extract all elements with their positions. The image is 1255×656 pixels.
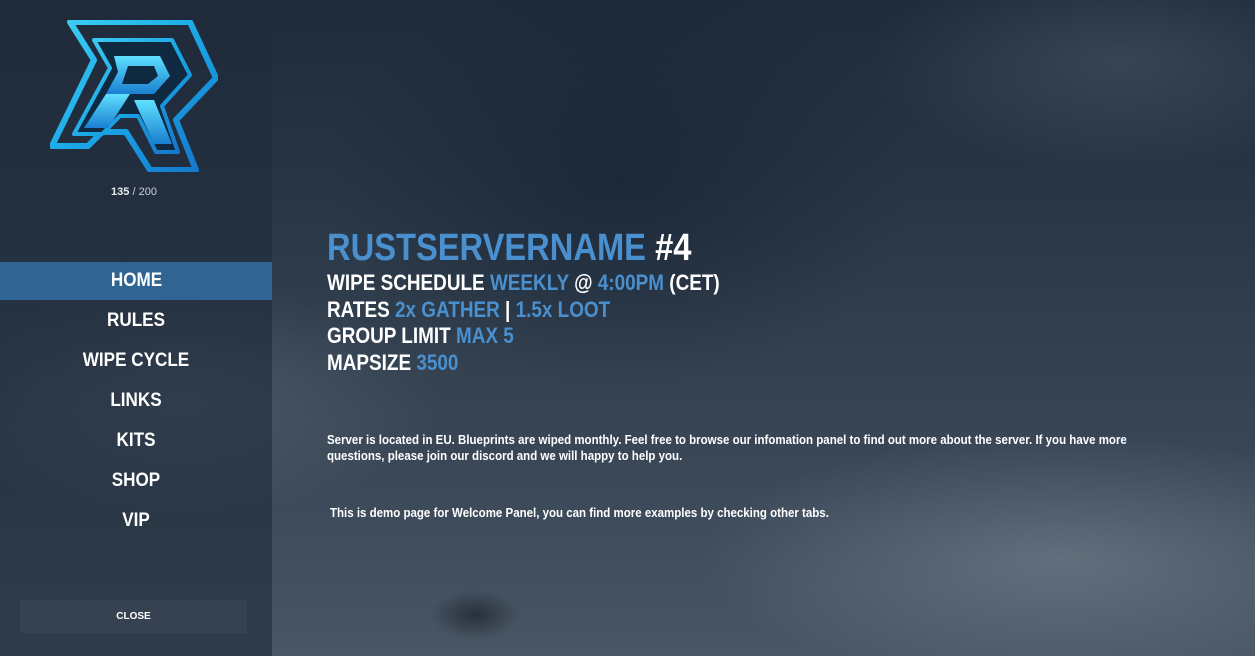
group-limit-value: MAX 5 (455, 323, 514, 348)
close-button[interactable]: CLOSE (20, 600, 247, 633)
wipe-at: @ (568, 270, 598, 295)
mapsize-label: MAPSIZE (327, 349, 417, 375)
demo-note: This is demo page for Welcome Panel, you… (330, 506, 829, 520)
player-count-max: 200 (138, 186, 157, 198)
server-description: Server is located in EU. Blueprints are … (327, 433, 1127, 463)
background-shape (430, 590, 520, 640)
wipe-frequency: WEEKLY (489, 270, 569, 295)
nav-item-home[interactable]: HOME (0, 262, 272, 300)
nav-item-label: HOME (110, 270, 162, 291)
player-count: 135 / 200 (0, 186, 268, 198)
loot-rate: 1.5x LOOT (515, 296, 611, 322)
main-content: RUSTSERVERNAME #4 WIPE SCHEDULE WEEKLY @… (327, 226, 1187, 520)
rates-line: RATES 2x GATHER | 1.5x LOOT (327, 297, 1067, 324)
wipe-timezone: (CET) (664, 270, 720, 295)
r-logo-icon (49, 19, 219, 173)
mapsize-value: 3500 (416, 349, 459, 375)
gather-rate: 2x GATHER (394, 296, 500, 322)
nav-item-shop[interactable]: SHOP (14, 462, 259, 500)
nav-item-rules[interactable]: RULES (14, 302, 259, 340)
rates-label: RATES (327, 296, 395, 322)
nav-item-wipe-cycle[interactable]: WIPE CYCLE (14, 342, 259, 380)
nav-item-vip[interactable]: VIP (14, 502, 259, 540)
group-limit-line: GROUP LIMIT MAX 5 (327, 323, 1067, 350)
server-name: RUSTSERVERNAME (327, 227, 646, 269)
sidebar: 135 / 200 HOME RULES WIPE CYCLE LINKS KI… (0, 0, 272, 656)
nav-item-kits[interactable]: KITS (14, 422, 259, 460)
nav-item-links[interactable]: LINKS (14, 382, 259, 420)
server-title: RUSTSERVERNAME #4 (327, 226, 1067, 270)
wipe-schedule-line: WIPE SCHEDULE WEEKLY @ 4:00PM (CET) (327, 270, 1067, 297)
mapsize-line: MAPSIZE 3500 (327, 350, 1067, 377)
player-count-separator: / (129, 186, 139, 198)
wipe-time: 4:00PM (597, 270, 665, 295)
rates-separator: | (499, 296, 516, 322)
player-count-current: 135 (111, 186, 130, 198)
group-limit-label: GROUP LIMIT (327, 323, 456, 348)
server-number: #4 (645, 227, 692, 269)
wipe-schedule-label: WIPE SCHEDULE (327, 270, 490, 295)
nav-menu: HOME RULES WIPE CYCLE LINKS KITS SHOP VI… (0, 262, 272, 542)
